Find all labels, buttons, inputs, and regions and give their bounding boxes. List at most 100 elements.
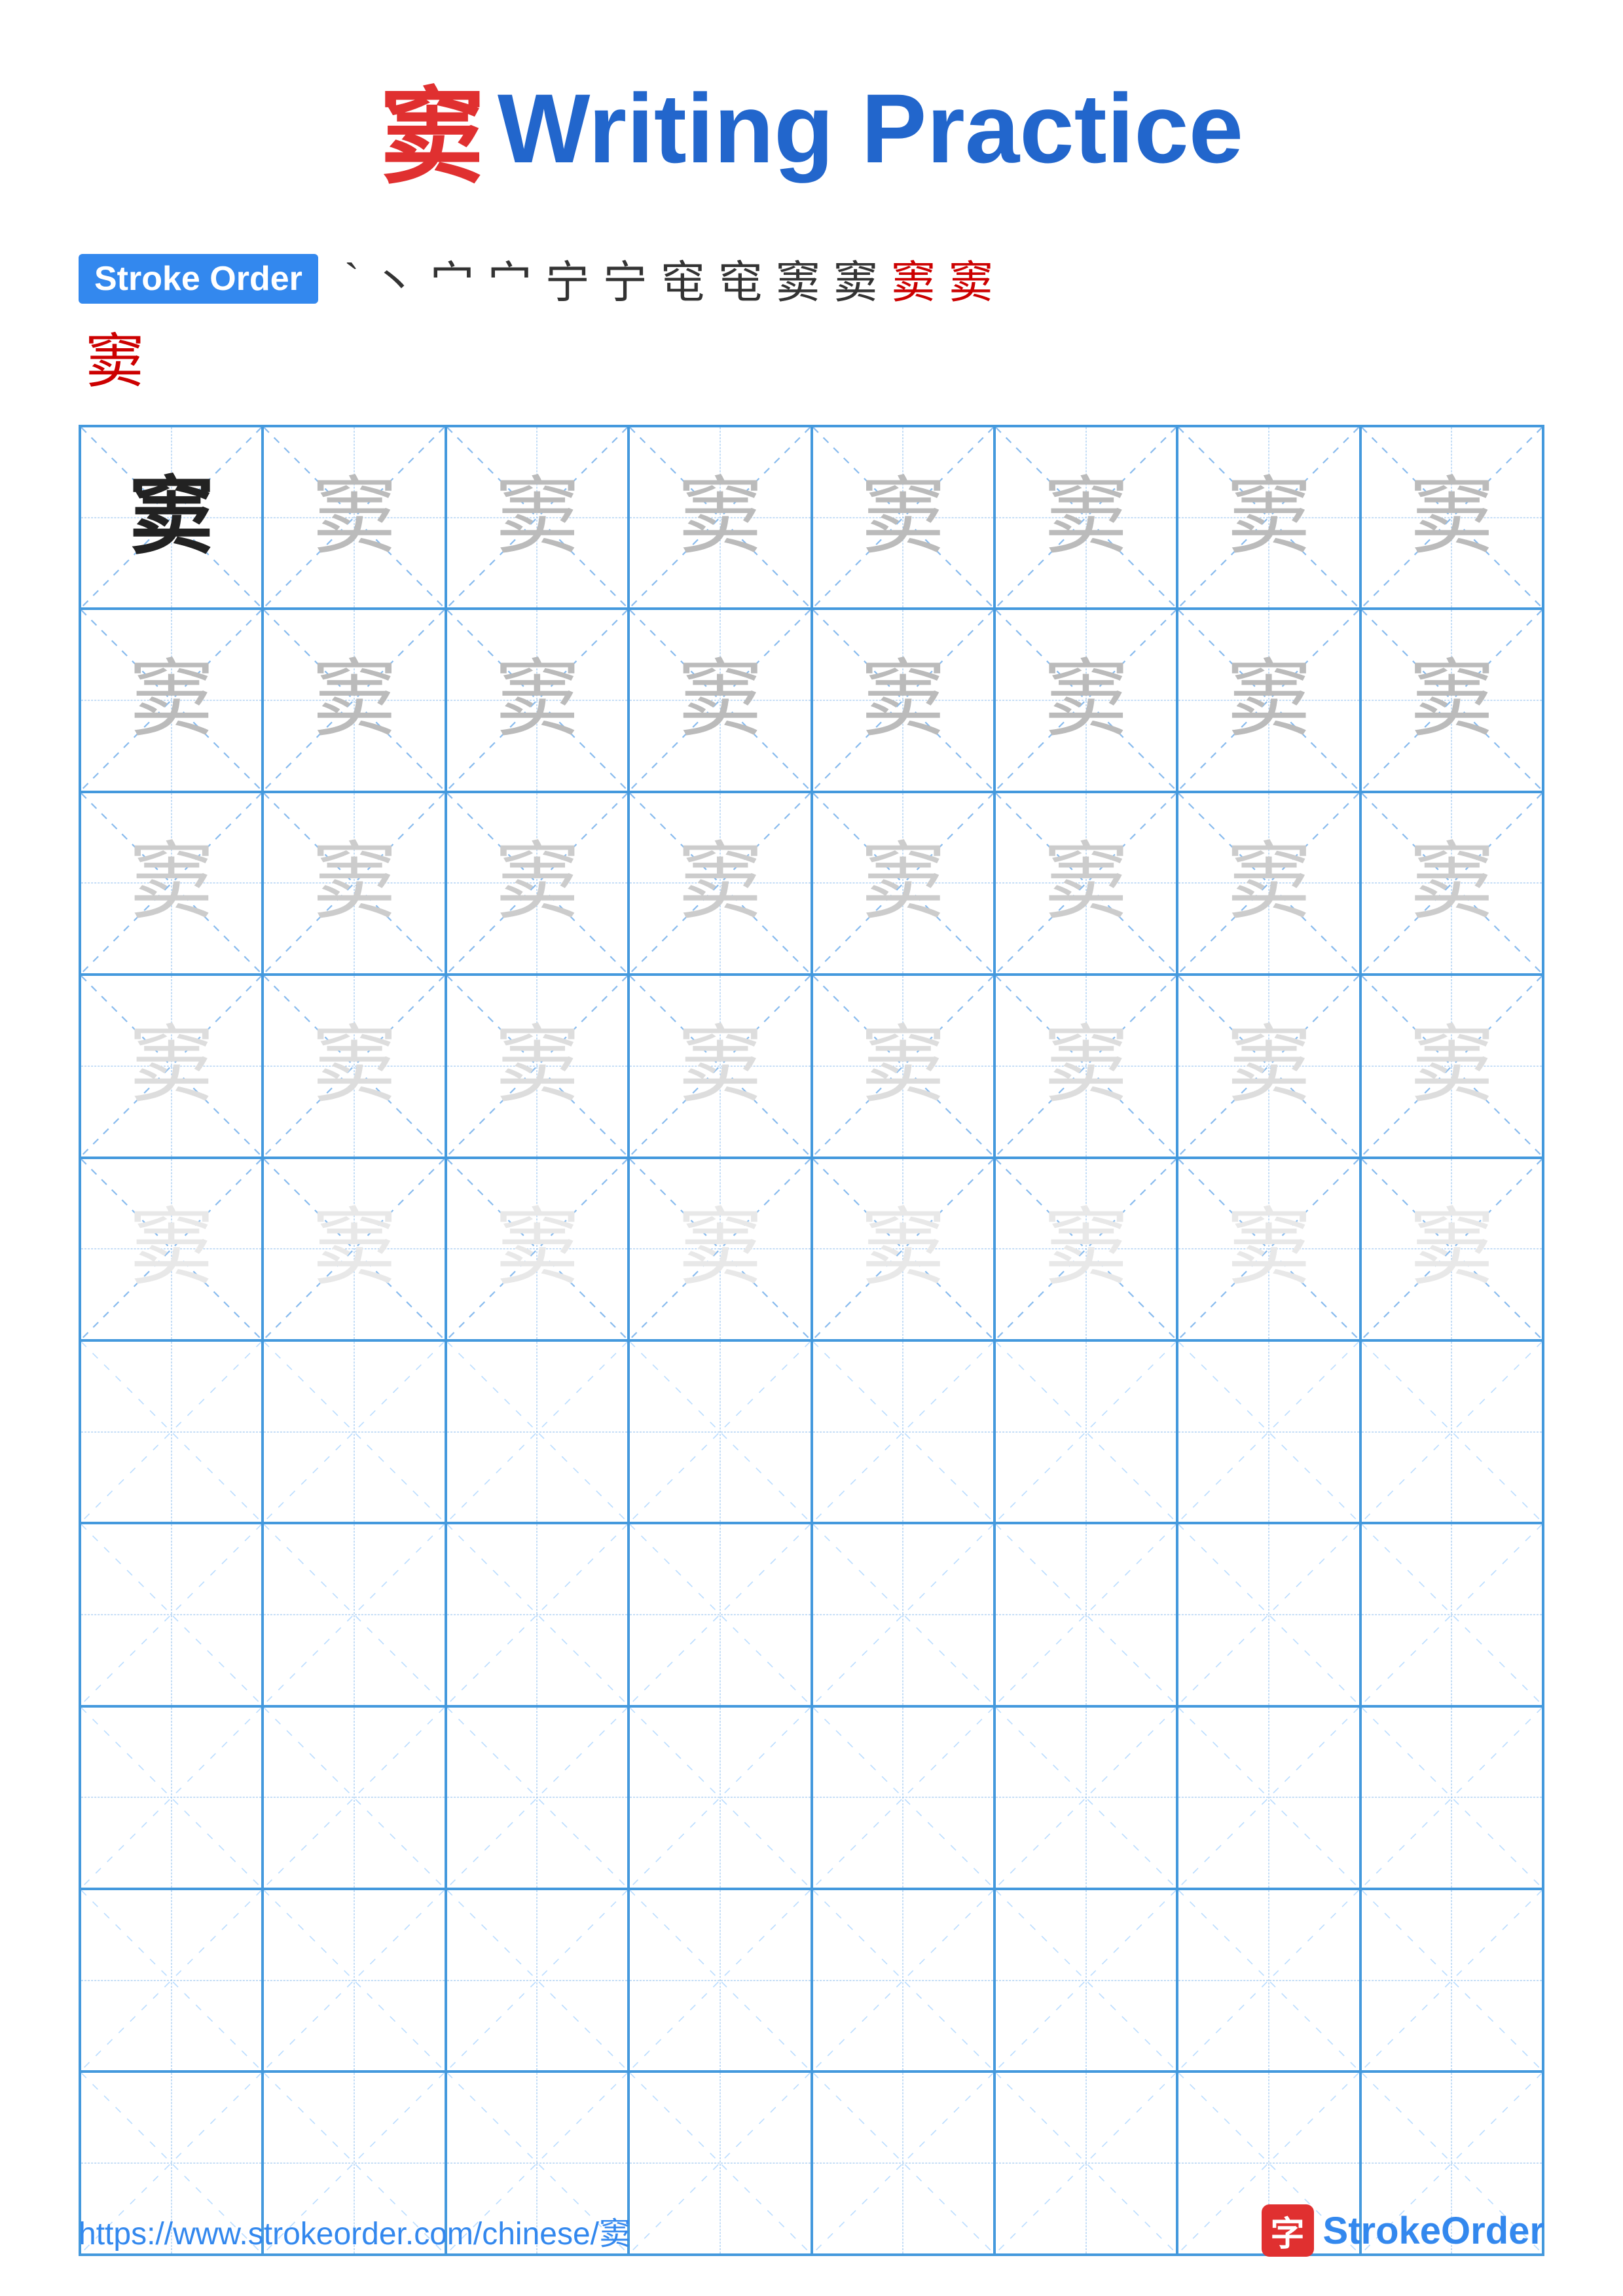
grid-cell[interactable]: 窦 bbox=[263, 792, 445, 975]
grid-cell[interactable] bbox=[629, 1340, 811, 1523]
grid-cell[interactable]: 窦 bbox=[80, 975, 263, 1157]
grid-cell[interactable] bbox=[812, 1889, 994, 2072]
grid-cell[interactable]: 窦 bbox=[1177, 609, 1360, 791]
grid-cell[interactable]: 窦 bbox=[629, 975, 811, 1157]
grid-cell[interactable]: 窦 bbox=[263, 426, 445, 609]
cell-char: 窦 bbox=[1409, 658, 1494, 743]
grid-row: 窦窦窦窦窦窦窦窦 bbox=[80, 975, 1543, 1157]
grid-cell[interactable]: 窦 bbox=[446, 426, 629, 609]
grid-cell[interactable]: 窦 bbox=[1360, 426, 1543, 609]
grid-cell[interactable]: 窦 bbox=[1360, 792, 1543, 975]
grid-cell[interactable]: 窦 bbox=[1177, 792, 1360, 975]
cell-char: 窦 bbox=[129, 840, 214, 925]
grid-cell[interactable]: 窦 bbox=[263, 609, 445, 791]
grid-cell[interactable] bbox=[1177, 1523, 1360, 1706]
grid-cell[interactable] bbox=[1177, 1706, 1360, 1889]
stroke-step-6: 宁 bbox=[596, 243, 654, 314]
stroke-order-section: Stroke Order ` 丶 宀 宀 宁 宁 窀 窀 窦 窦 窦 窦 窦 bbox=[79, 243, 1544, 399]
stroke-order-label: Stroke Order bbox=[79, 254, 318, 304]
grid-cell[interactable] bbox=[263, 1340, 445, 1523]
footer-logo-icon: 字 bbox=[1262, 2204, 1314, 2257]
cell-char: 窦 bbox=[494, 658, 579, 743]
grid-row bbox=[80, 1889, 1543, 2072]
grid-cell[interactable] bbox=[1360, 1523, 1543, 1706]
grid-cell[interactable]: 窦 bbox=[812, 426, 994, 609]
grid-cell[interactable]: 窦 bbox=[994, 792, 1177, 975]
cell-char: 窦 bbox=[678, 840, 763, 925]
cell-char: 窦 bbox=[678, 475, 763, 560]
grid-cell[interactable]: 窦 bbox=[812, 609, 994, 791]
grid-cell[interactable] bbox=[80, 1523, 263, 1706]
grid-cell[interactable] bbox=[446, 1889, 629, 2072]
grid-cell[interactable]: 窦 bbox=[80, 792, 263, 975]
title-chinese-char: 窦 bbox=[380, 52, 484, 204]
grid-cell[interactable]: 窦 bbox=[446, 792, 629, 975]
grid-cell[interactable]: 窦 bbox=[446, 1158, 629, 1340]
grid-cell[interactable]: 窦 bbox=[629, 426, 811, 609]
cell-char: 窦 bbox=[1044, 1024, 1129, 1109]
grid-cell[interactable] bbox=[812, 1523, 994, 1706]
grid-cell[interactable] bbox=[1177, 1889, 1360, 2072]
grid-cell[interactable] bbox=[1177, 1340, 1360, 1523]
title-text: Writing Practice bbox=[498, 72, 1243, 185]
cell-char: 窦 bbox=[1226, 1206, 1311, 1291]
grid-cell[interactable]: 窦 bbox=[80, 426, 263, 609]
stroke-step-10: 窦 bbox=[827, 243, 884, 314]
grid-cell[interactable]: 窦 bbox=[1360, 609, 1543, 791]
cell-char: 窦 bbox=[678, 658, 763, 743]
grid-cell[interactable]: 窦 bbox=[263, 1158, 445, 1340]
grid-cell[interactable] bbox=[446, 1340, 629, 1523]
footer-url[interactable]: https://www.strokeorder.com/chinese/窦 bbox=[79, 2208, 630, 2253]
cell-char: 窦 bbox=[312, 840, 397, 925]
grid-cell[interactable] bbox=[629, 1706, 811, 1889]
grid-cell[interactable]: 窦 bbox=[1177, 1158, 1360, 1340]
grid-cell[interactable]: 窦 bbox=[629, 1158, 811, 1340]
grid-cell[interactable] bbox=[263, 1706, 445, 1889]
stroke-step-1: ` bbox=[338, 250, 366, 307]
grid-cell[interactable]: 窦 bbox=[1360, 1158, 1543, 1340]
cell-char: 窦 bbox=[1226, 475, 1311, 560]
grid-row: 窦窦窦窦窦窦窦窦 bbox=[80, 426, 1543, 609]
grid-cell[interactable]: 窦 bbox=[446, 975, 629, 1157]
grid-cell[interactable] bbox=[994, 1523, 1177, 1706]
grid-cell[interactable]: 窦 bbox=[446, 609, 629, 791]
grid-cell[interactable]: 窦 bbox=[629, 792, 811, 975]
cell-char: 窦 bbox=[129, 1206, 214, 1291]
grid-cell[interactable] bbox=[446, 1706, 629, 1889]
grid-cell[interactable]: 窦 bbox=[1177, 426, 1360, 609]
grid-cell[interactable]: 窦 bbox=[994, 426, 1177, 609]
cell-char: 窦 bbox=[494, 1024, 579, 1109]
grid-cell[interactable]: 窦 bbox=[994, 609, 1177, 791]
grid-cell[interactable] bbox=[80, 1340, 263, 1523]
cell-char: 窦 bbox=[860, 658, 945, 743]
grid-cell[interactable] bbox=[1360, 1340, 1543, 1523]
grid-cell[interactable] bbox=[80, 1889, 263, 2072]
grid-cell[interactable] bbox=[994, 1706, 1177, 1889]
grid-cell[interactable] bbox=[629, 1889, 811, 2072]
grid-cell[interactable] bbox=[263, 1523, 445, 1706]
grid-cell[interactable]: 窦 bbox=[994, 1158, 1177, 1340]
grid-cell[interactable]: 窦 bbox=[1177, 975, 1360, 1157]
grid-cell[interactable]: 窦 bbox=[263, 975, 445, 1157]
stroke-step-2: 丶 bbox=[366, 243, 424, 314]
grid-cell[interactable]: 窦 bbox=[80, 1158, 263, 1340]
grid-cell[interactable] bbox=[994, 1340, 1177, 1523]
cell-char: 窦 bbox=[1409, 1024, 1494, 1109]
grid-cell[interactable]: 窦 bbox=[80, 609, 263, 791]
stroke-step-12: 窦 bbox=[942, 243, 1000, 314]
grid-cell[interactable] bbox=[812, 1340, 994, 1523]
grid-cell[interactable]: 窦 bbox=[1360, 975, 1543, 1157]
grid-cell[interactable]: 窦 bbox=[812, 975, 994, 1157]
grid-cell[interactable] bbox=[812, 1706, 994, 1889]
grid-cell[interactable] bbox=[446, 1523, 629, 1706]
grid-cell[interactable]: 窦 bbox=[994, 975, 1177, 1157]
grid-cell[interactable]: 窦 bbox=[812, 1158, 994, 1340]
grid-cell[interactable] bbox=[1360, 1706, 1543, 1889]
grid-cell[interactable] bbox=[263, 1889, 445, 2072]
grid-cell[interactable] bbox=[629, 1523, 811, 1706]
grid-cell[interactable]: 窦 bbox=[629, 609, 811, 791]
grid-cell[interactable] bbox=[994, 1889, 1177, 2072]
grid-cell[interactable] bbox=[80, 1706, 263, 1889]
grid-cell[interactable]: 窦 bbox=[812, 792, 994, 975]
grid-cell[interactable] bbox=[1360, 1889, 1543, 2072]
